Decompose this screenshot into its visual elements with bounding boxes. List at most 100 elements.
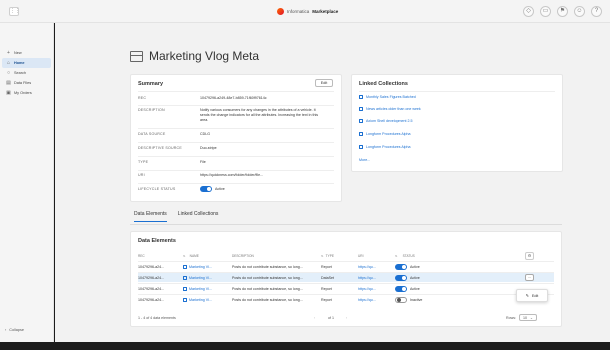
data-element-icon <box>183 264 187 269</box>
tag-icon[interactable]: ◇ <box>523 6 534 17</box>
cell-description: Posts do not contribute substance, so lo… <box>232 264 303 269</box>
sidebar-item-data-files[interactable]: ▤ Data Files <box>2 78 51 88</box>
summary-row: URI https://quickness.com/folder/folder/… <box>138 173 330 178</box>
summary-value: CDLG <box>200 132 210 136</box>
flag-icon[interactable]: ⚑ <box>557 6 568 17</box>
summary-row: DESCRIPTION Notify various consumers for… <box>138 108 325 123</box>
cart-icon[interactable]: ▭ <box>540 6 551 17</box>
summary-value: File <box>200 160 206 164</box>
prev-page-icon[interactable]: ‹ <box>314 316 328 320</box>
sidebar-item-new[interactable]: + New <box>2 48 51 58</box>
linked-collection-label: News articles older than one week <box>366 107 421 111</box>
rows-value: 10 <box>523 315 527 320</box>
row-more-button[interactable]: … <box>525 274 534 281</box>
sidebar-item-label: Data Files <box>14 81 32 85</box>
linked-collection-link[interactable]: Longform Procedures Alpha <box>359 132 411 136</box>
sidebar: + New ⌂ Home ○ Search ▤ Data Files ▣ My … <box>0 23 54 342</box>
summary-label: LIFECYCLE STATUS <box>138 187 176 191</box>
tab-linked-collections[interactable]: Linked Collections <box>178 211 219 222</box>
gear-icon[interactable]: ⚙ <box>525 251 534 260</box>
linked-collection-label: Longform Procedures Alpha <box>366 145 411 149</box>
cell-type: Report <box>321 264 332 269</box>
collection-icon <box>359 119 363 123</box>
summary-row: DATA SOURCE CDLG <box>138 132 330 137</box>
table-row[interactable]: 10479296-a24... Marketing Vl... Posts do… <box>138 294 554 304</box>
tab-data-elements[interactable]: Data Elements <box>134 211 167 222</box>
summary-label: DESCRIPTIVE SOURCE <box>138 146 182 150</box>
sidebar-item-search[interactable]: ○ Search <box>2 68 51 78</box>
linked-collection-link[interactable]: News articles older than one week <box>359 107 421 111</box>
column-header-name[interactable]: ⇅ NAME <box>183 254 232 258</box>
collection-icon <box>359 145 363 149</box>
edit-button[interactable]: Edit <box>315 79 333 87</box>
cell-type: Report <box>321 297 332 302</box>
lifecycle-toggle[interactable] <box>200 186 212 192</box>
help-icon[interactable]: ? <box>591 6 602 17</box>
data-element-icon <box>183 297 187 302</box>
linked-collection-link[interactable]: Longform Procedures Alpha <box>359 145 411 149</box>
data-element-icon <box>183 286 187 291</box>
table-row[interactable]: 10479296-a24... Marketing Vl... Posts do… <box>138 283 554 293</box>
sidebar-item-my-orders[interactable]: ▣ My Orders <box>2 88 51 98</box>
sidebar-item-home[interactable]: ⌂ Home <box>2 58 51 68</box>
collapse-button[interactable]: ‹ Collapse <box>5 328 24 332</box>
cell-name[interactable]: Marketing Vl... <box>183 264 232 269</box>
table-row[interactable]: 10479296-a24... Marketing Vl... Posts do… <box>138 272 554 282</box>
pagination: 1 - 4 of 4 data elements ‹ of 1 › Rows: … <box>138 314 554 321</box>
cell-uri[interactable]: https://qu... <box>358 265 395 269</box>
linked-collection-label: Axiom Shell development 2.5 <box>366 119 413 123</box>
summary-label: DATA SOURCE <box>138 132 166 136</box>
sidebar-item-label: My Orders <box>14 91 32 95</box>
collection-icon <box>359 107 363 111</box>
rows-label: Rows: <box>506 315 516 320</box>
top-icons: ◇ ▭ ⚑ ☺ ? <box>523 6 602 17</box>
linked-collection-link[interactable]: Axiom Shell development 2.5 <box>359 119 413 123</box>
summary-row: DESCRIPTIVE SOURCE Duo-stripe <box>138 146 330 151</box>
row-edit-menu-item[interactable]: Edit <box>532 294 539 298</box>
more-label: More... <box>359 158 371 162</box>
cell-type: DataSet <box>321 275 334 280</box>
summary-title: Summary <box>138 81 164 87</box>
cell-description: Posts do not contribute substance, so lo… <box>232 286 303 291</box>
pager-page: of 1 <box>328 315 334 320</box>
more-link[interactable]: More... <box>359 158 370 162</box>
app-window: ⋮⋮ Informatica Marketplace ◇ ▭ ⚑ ☺ ? + N… <box>0 0 610 350</box>
summary-row: LIFECYCLE STATUS Active <box>138 186 330 192</box>
column-header-type[interactable]: ⇅ TYPE <box>321 254 358 258</box>
cell-status: Inactive <box>395 296 525 303</box>
app-switcher-icon[interactable]: ⋮⋮ <box>9 7 20 16</box>
chevron-left-icon: ‹ <box>5 328 7 332</box>
column-header-uri: URI <box>358 253 364 258</box>
files-icon: ▤ <box>6 79 11 86</box>
table-row[interactable]: 10479296-a24... Marketing Vl... Posts do… <box>138 261 554 271</box>
cell-uri[interactable]: https://qu... <box>358 287 395 291</box>
search-icon: ○ <box>6 69 11 76</box>
orders-icon: ▣ <box>6 89 11 96</box>
sort-icon: ⇅ <box>395 253 398 258</box>
pager-range: 1 - 4 of 4 data elements <box>138 315 176 320</box>
status-toggle[interactable] <box>395 263 407 270</box>
brand-name: Informatica <box>287 9 310 14</box>
tab-bar: Data Elements Linked Collections <box>134 211 218 222</box>
summary-value: https://quickness.com/folder/folder/file… <box>200 173 264 177</box>
chevron-down-icon: ⌄ <box>530 315 534 320</box>
user-icon[interactable]: ☺ <box>574 6 585 17</box>
cell-uri[interactable]: https://qu... <box>358 298 395 302</box>
cell-uri[interactable]: https://qu... <box>358 276 395 280</box>
home-icon: ⌂ <box>6 59 11 66</box>
cell-rec: 10479296-a24... <box>138 264 165 269</box>
rows-per-page-select[interactable]: 10 ⌄ <box>519 314 538 321</box>
cell-name[interactable]: Marketing Vl... <box>183 286 232 291</box>
bottom-strip <box>0 342 610 350</box>
cell-name[interactable]: Marketing Vl... <box>183 297 232 302</box>
status-toggle[interactable] <box>395 285 407 292</box>
linked-collection-link[interactable]: Monthly Sales Figures Batched <box>359 95 416 99</box>
next-page-icon[interactable]: › <box>346 316 506 320</box>
pencil-icon: ✎ <box>525 294 529 298</box>
status-toggle[interactable] <box>395 274 407 281</box>
sidebar-item-label: New <box>14 51 22 55</box>
cell-name[interactable]: Marketing Vl... <box>183 275 232 280</box>
lifecycle-status-text: Active <box>215 186 225 191</box>
column-header-status[interactable]: ⇅ STATUS <box>395 254 525 258</box>
status-toggle[interactable] <box>395 296 407 303</box>
